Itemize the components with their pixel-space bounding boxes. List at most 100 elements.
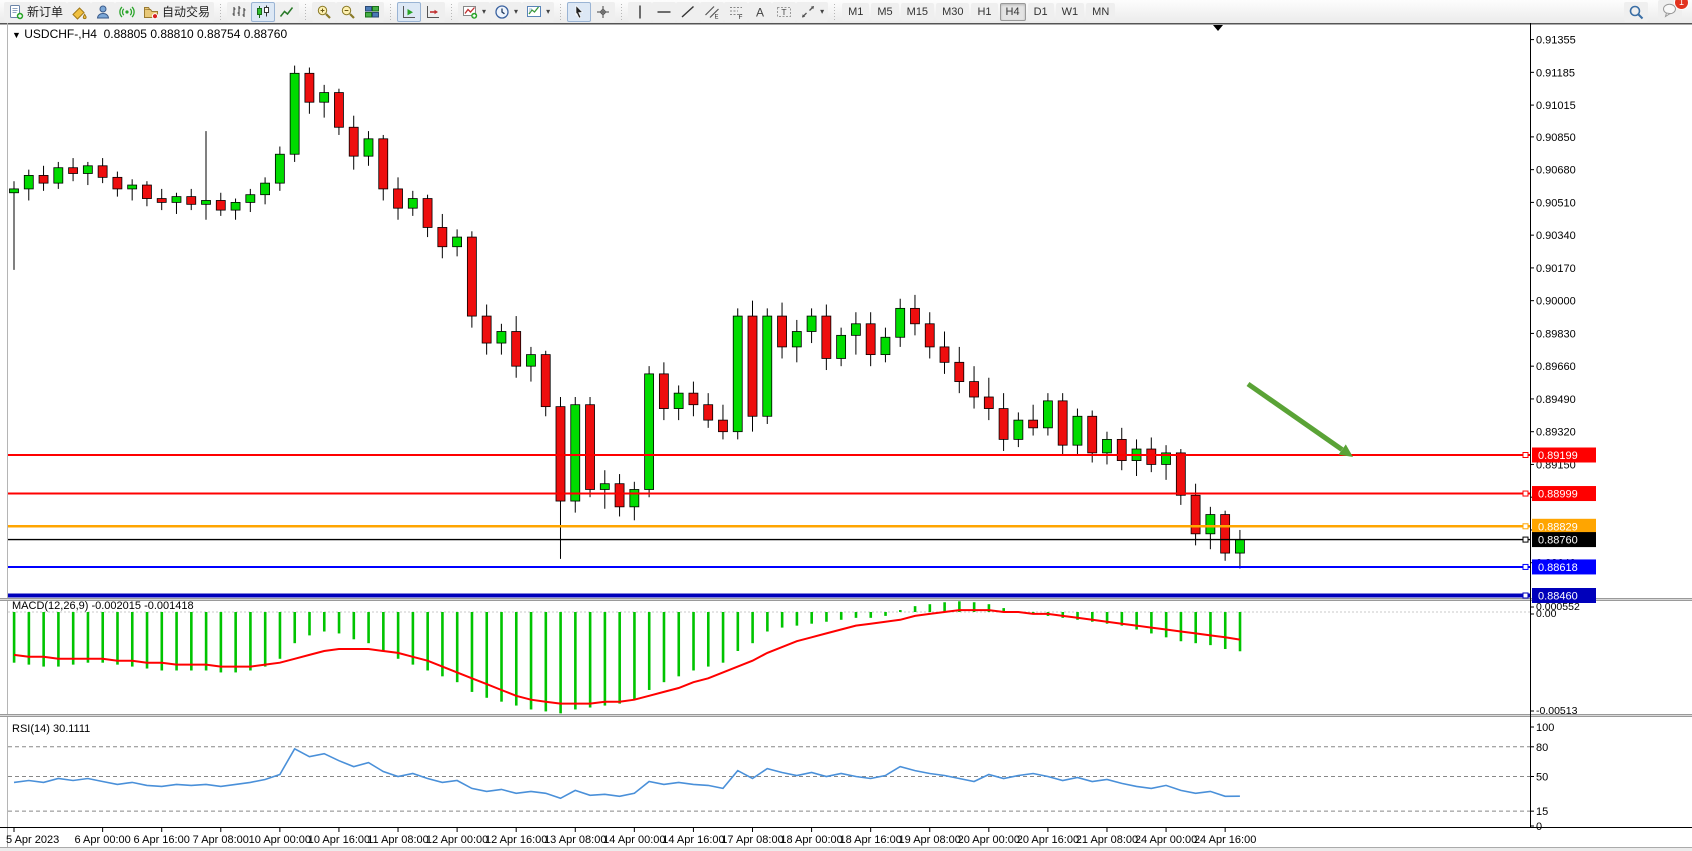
signals-button[interactable] xyxy=(115,2,139,22)
time-tick-label: 14 Apr 00:00 xyxy=(603,834,665,846)
vertical-line-button[interactable] xyxy=(628,2,652,22)
price-badge-0.89199: 0.89199 xyxy=(1523,448,1596,463)
window-top-border xyxy=(0,23,1692,25)
horizontal-line-button[interactable] xyxy=(652,2,676,22)
arrows-button[interactable]: ▾ xyxy=(796,2,828,22)
candle-body xyxy=(792,331,801,346)
tile-windows-button[interactable] xyxy=(360,2,384,22)
candles-icon xyxy=(255,4,271,20)
price-tick-label: 0.90000 xyxy=(1536,296,1576,308)
search-button[interactable] xyxy=(1624,2,1648,22)
chart-canvas[interactable]: 0.913550.911850.910150.908500.906800.905… xyxy=(0,23,1692,851)
trendline-button[interactable] xyxy=(676,2,700,22)
price-badge-0.88760: 0.88760 xyxy=(1523,532,1596,547)
candle-body xyxy=(334,93,343,128)
price-tick-label: 0.89830 xyxy=(1536,328,1576,340)
chevron-down-icon: ▾ xyxy=(820,7,824,16)
time-tick-label: 6 Apr 16:00 xyxy=(134,834,190,846)
time-tick-label: 12 Apr 16:00 xyxy=(485,834,547,846)
timeframe-button-m30[interactable]: M30 xyxy=(936,3,969,21)
time-tick-label: 10 Apr 16:00 xyxy=(308,834,370,846)
candle-body xyxy=(128,185,137,189)
candle-body xyxy=(1221,515,1230,554)
autotrading-button[interactable]: 自动交易 xyxy=(139,2,214,22)
price-tick-label: 0.90510 xyxy=(1536,197,1576,209)
candle-body xyxy=(881,337,890,354)
candle-body xyxy=(1176,453,1185,495)
time-tick-label: 12 Apr 00:00 xyxy=(426,834,488,846)
hline-icon xyxy=(656,4,672,20)
fibonacci-button[interactable]: F xyxy=(724,2,748,22)
bar-chart-button[interactable] xyxy=(227,2,251,22)
candle-body xyxy=(689,393,698,405)
styler-button[interactable] xyxy=(67,2,91,22)
rsi-axis-label: 50 xyxy=(1536,772,1548,784)
bars-icon xyxy=(231,4,247,20)
auto-scroll-button[interactable] xyxy=(397,2,421,22)
candle-body xyxy=(423,199,432,228)
candle-body xyxy=(674,393,683,408)
cursor-button[interactable] xyxy=(567,2,591,22)
candle-body xyxy=(320,93,329,103)
price-badge-0.88829: 0.88829 xyxy=(1523,519,1596,534)
candle-body xyxy=(822,316,831,358)
text-label-button[interactable]: T xyxy=(772,2,796,22)
zoom-out-button[interactable] xyxy=(336,2,360,22)
macd-label: MACD(12,26,9) -0.002015 -0.001418 xyxy=(12,600,194,612)
time-tick-label: 24 Apr 16:00 xyxy=(1194,834,1256,846)
crosshair-button[interactable] xyxy=(591,2,615,22)
candle-body xyxy=(763,316,772,416)
chart-shift-button[interactable] xyxy=(421,2,445,22)
timeframe-button-h1[interactable]: H1 xyxy=(971,3,997,21)
timeframe-button-m15[interactable]: M15 xyxy=(901,3,934,21)
timeframe-button-m1[interactable]: M1 xyxy=(842,3,869,21)
candle-body xyxy=(1058,401,1067,445)
candle-body xyxy=(408,199,417,209)
candle-body xyxy=(202,200,211,204)
price-tick-label: 0.90680 xyxy=(1536,165,1576,177)
candle-body xyxy=(866,324,875,355)
candle-body xyxy=(54,168,63,183)
price-badge-label: 0.88829 xyxy=(1538,521,1578,533)
candlestick-button[interactable] xyxy=(251,2,275,22)
profile-button[interactable] xyxy=(91,2,115,22)
time-tick-label: 18 Apr 00:00 xyxy=(780,834,842,846)
timeframe-button-h4[interactable]: H4 xyxy=(1000,3,1026,21)
text-button[interactable]: A xyxy=(748,2,772,22)
tline-icon xyxy=(680,4,696,20)
price-tick-label: 0.89490 xyxy=(1536,394,1576,406)
zoom-out-icon xyxy=(340,4,356,20)
rsi-label: RSI(14) 30.1111 xyxy=(12,723,90,735)
chart-window-background xyxy=(0,23,1692,848)
linechart-icon xyxy=(279,4,295,20)
timeframe-button-d1[interactable]: D1 xyxy=(1028,3,1054,21)
timeframe-button-m5[interactable]: M5 xyxy=(871,3,898,21)
timeframe-button-mn[interactable]: MN xyxy=(1086,3,1115,21)
periods-button[interactable]: ▾ xyxy=(490,2,522,22)
candle-body xyxy=(467,237,476,316)
candle-body xyxy=(896,308,905,337)
candle-body xyxy=(630,489,639,506)
notification-count-badge: 1 xyxy=(1674,0,1689,10)
candle-body xyxy=(1235,540,1244,553)
symbol-selector-icon[interactable]: ▼ xyxy=(12,30,21,40)
toolbar-separator xyxy=(831,4,838,20)
indicators-button[interactable]: ▾ xyxy=(458,2,490,22)
time-tick-label: 19 Apr 08:00 xyxy=(899,834,961,846)
price-tick-label: 0.89320 xyxy=(1536,427,1576,439)
rsi-axis-label: 100 xyxy=(1536,722,1554,734)
candle-body xyxy=(69,168,78,174)
candle-body xyxy=(364,139,373,156)
timeframe-button-w1[interactable]: W1 xyxy=(1056,3,1085,21)
templates-button[interactable]: ▾ xyxy=(522,2,554,22)
equidistant-channel-button[interactable]: E xyxy=(700,2,724,22)
arrows-icon xyxy=(800,4,816,20)
toolbar-right-group: 1 xyxy=(1624,0,1682,23)
svg-text:E: E xyxy=(715,14,719,20)
new-order-button[interactable]: 新订单 xyxy=(4,2,67,22)
candle-body xyxy=(83,166,92,174)
zoom-in-button[interactable] xyxy=(312,2,336,22)
autotrading-icon xyxy=(143,4,159,20)
line-chart-button[interactable] xyxy=(275,2,299,22)
search-icon xyxy=(1628,4,1644,20)
